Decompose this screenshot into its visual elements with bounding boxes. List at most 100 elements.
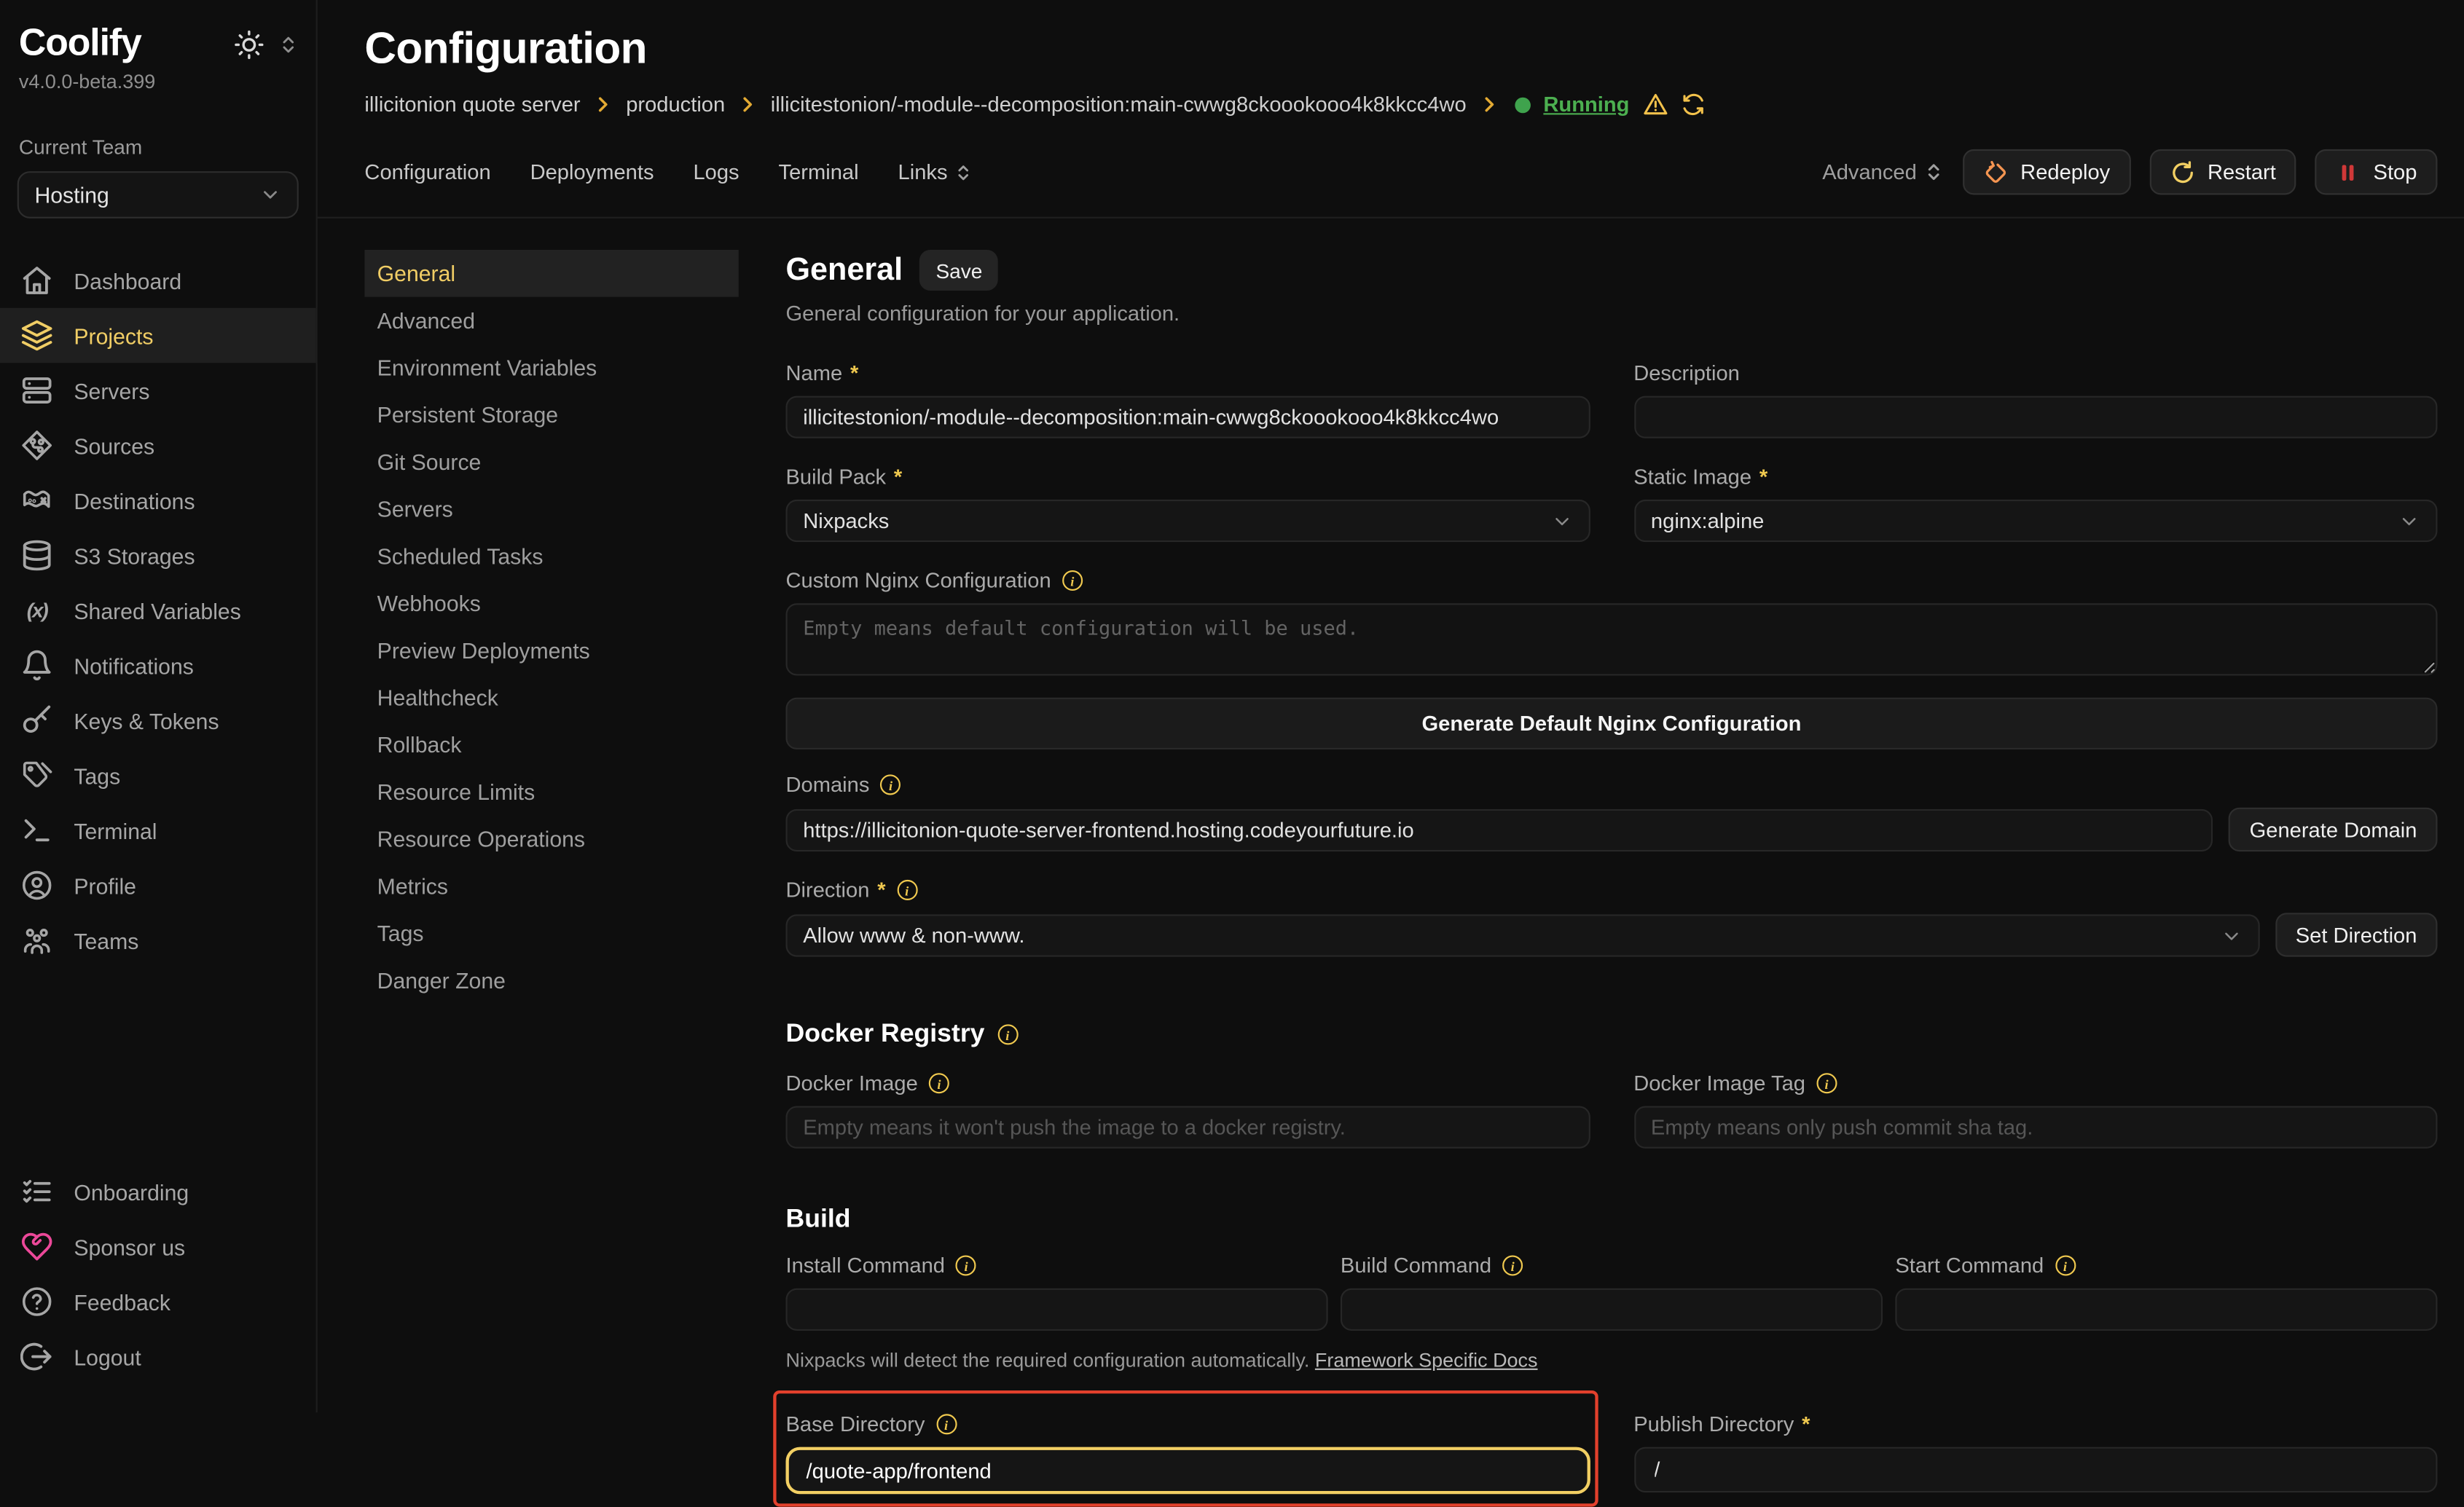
team-select-value: Hosting (34, 182, 109, 208)
tab-deployments[interactable]: Deployments (530, 160, 654, 184)
tab-logs[interactable]: Logs (693, 160, 739, 184)
sidebar-item-feedback[interactable]: Feedback (0, 1274, 316, 1329)
subnav-advanced[interactable]: Advanced (364, 297, 738, 345)
sidebar-item-projects[interactable]: Projects (0, 308, 316, 363)
breadcrumb-environment[interactable]: production (626, 93, 725, 116)
chevron-right-icon (1479, 94, 1499, 114)
subnav-environment-variables[interactable]: Environment Variables (364, 344, 738, 391)
current-team-label: Current Team (17, 135, 299, 159)
required-mark: * (1759, 465, 1767, 488)
advanced-dropdown[interactable]: Advanced (1822, 160, 1943, 184)
install-command-input[interactable] (786, 1288, 1328, 1331)
subnav-webhooks[interactable]: Webhooks (364, 580, 738, 627)
sidebar-item-sources[interactable]: Sources (0, 418, 316, 473)
set-direction-button[interactable]: Set Direction (2275, 913, 2438, 956)
subnav-servers[interactable]: Servers (364, 486, 738, 533)
docker-image-tag-input[interactable] (1633, 1106, 2437, 1149)
sidebar-item-destinations[interactable]: Destinations (0, 473, 316, 527)
stop-button[interactable]: Stop (2315, 149, 2438, 195)
section-title-general: General (786, 252, 903, 288)
subnav-general[interactable]: General (364, 250, 738, 297)
theme-selector-chevrons-icon[interactable] (278, 34, 299, 55)
logo-row: Coolify (17, 22, 299, 66)
status-dot (1515, 97, 1531, 113)
save-button[interactable]: Save (920, 250, 998, 291)
sidebar-item-sponsor-us[interactable]: Sponsor us (0, 1219, 316, 1274)
description-input[interactable] (1633, 396, 2437, 438)
sidebar-item-teams[interactable]: Teams (0, 913, 316, 967)
sidebar-item-label: Notifications (74, 653, 194, 678)
base-directory-input[interactable] (786, 1447, 1590, 1495)
install-command-label: Install Command (786, 1254, 945, 1277)
sidebar-item-shared-variables[interactable]: (x) Shared Variables (0, 583, 316, 637)
tab-links[interactable]: Links (898, 160, 973, 184)
key-icon (20, 704, 53, 736)
info-icon: i (2055, 1255, 2075, 1275)
build-pack-select[interactable]: Nixpacks (786, 500, 1590, 542)
tab-terminal[interactable]: Terminal (779, 160, 859, 184)
sidebar-item-tags[interactable]: Tags (0, 748, 316, 803)
sidebar-item-notifications[interactable]: Notifications (0, 638, 316, 693)
sidebar-item-label: Teams (74, 928, 138, 953)
user-circle-icon (20, 869, 53, 902)
subnav-healthcheck[interactable]: Healthcheck (364, 674, 738, 721)
subnav-git-source[interactable]: Git Source (364, 438, 738, 486)
sidebar-item-profile[interactable]: Profile (0, 858, 316, 913)
generate-domain-button[interactable]: Generate Domain (2229, 808, 2438, 851)
name-input[interactable] (786, 396, 1590, 438)
subnav-preview-deployments[interactable]: Preview Deployments (364, 627, 738, 674)
start-command-input[interactable] (1895, 1288, 2437, 1331)
subnav-danger-zone[interactable]: Danger Zone (364, 957, 738, 1004)
chevron-right-icon (593, 94, 613, 114)
refresh-icon[interactable] (1682, 93, 1705, 116)
static-image-select[interactable]: nginx:alpine (1633, 500, 2437, 542)
subnav-resource-operations[interactable]: Resource Operations (364, 815, 738, 862)
framework-docs-link[interactable]: Framework Specific Docs (1315, 1350, 1538, 1372)
direction-select[interactable]: Allow www & non-www. (786, 914, 2260, 956)
sidebar-item-dashboard[interactable]: Dashboard (0, 253, 316, 307)
warning-triangle-icon[interactable] (1642, 91, 1669, 118)
sidebar-item-label: S3 Storages (74, 543, 195, 568)
breadcrumb-application[interactable]: illicitestonion/-module--decomposition:m… (771, 93, 1467, 116)
sun-icon[interactable] (234, 30, 264, 60)
redeploy-button[interactable]: Redeploy (1962, 149, 2130, 195)
sidebar-item-s3-storages[interactable]: S3 Storages (0, 528, 316, 583)
subnav-scheduled-tasks[interactable]: Scheduled Tasks (364, 532, 738, 580)
team-select[interactable]: Hosting (17, 171, 299, 219)
variable-icon: (x) (20, 599, 53, 622)
sidebar-item-label: Onboarding (74, 1179, 189, 1205)
git-source-icon (20, 429, 53, 462)
restart-button[interactable]: Restart (2149, 149, 2296, 195)
info-icon: i (1502, 1255, 1523, 1275)
help-circle-icon (20, 1285, 53, 1318)
subnav-persistent-storage[interactable]: Persistent Storage (364, 391, 738, 438)
generate-nginx-button[interactable]: Generate Default Nginx Configuration (786, 698, 2438, 749)
subnav-tags[interactable]: Tags (364, 910, 738, 957)
domains-input[interactable] (786, 809, 2213, 851)
docker-image-input[interactable] (786, 1106, 1590, 1149)
chevrons-up-down-icon (954, 162, 973, 181)
direction-label: Direction (786, 878, 870, 902)
docker-image-tag-label: Docker Image Tag (1633, 1071, 1805, 1095)
custom-nginx-textarea[interactable] (786, 603, 2438, 675)
sidebar-item-onboarding[interactable]: Onboarding (0, 1164, 316, 1219)
docker-registry-heading: Docker Registry (786, 1020, 985, 1050)
breadcrumb-project[interactable]: illicitonion quote server (364, 93, 580, 116)
subnav-resource-limits[interactable]: Resource Limits (364, 768, 738, 816)
status-running-link[interactable]: Running (1543, 93, 1629, 116)
info-icon: i (956, 1255, 976, 1275)
tab-configuration[interactable]: Configuration (364, 160, 490, 184)
subnav-rollback[interactable]: Rollback (364, 721, 738, 768)
base-directory-label: Base Directory (786, 1412, 925, 1436)
general-panel: General Save General configuration for y… (786, 250, 2438, 1412)
sidebar-item-logout[interactable]: Logout (0, 1329, 316, 1384)
subnav-metrics[interactable]: Metrics (364, 862, 738, 910)
sidebar-item-keys-tokens[interactable]: Keys & Tokens (0, 693, 316, 747)
info-icon: i (936, 1414, 957, 1434)
publish-directory-input[interactable] (1633, 1447, 2437, 1493)
info-icon: i (897, 880, 917, 900)
sidebar-item-terminal[interactable]: Terminal (0, 803, 316, 857)
build-command-input[interactable] (1341, 1288, 1883, 1331)
sidebar-item-servers[interactable]: Servers (0, 363, 316, 417)
checklist-icon (20, 1175, 53, 1208)
